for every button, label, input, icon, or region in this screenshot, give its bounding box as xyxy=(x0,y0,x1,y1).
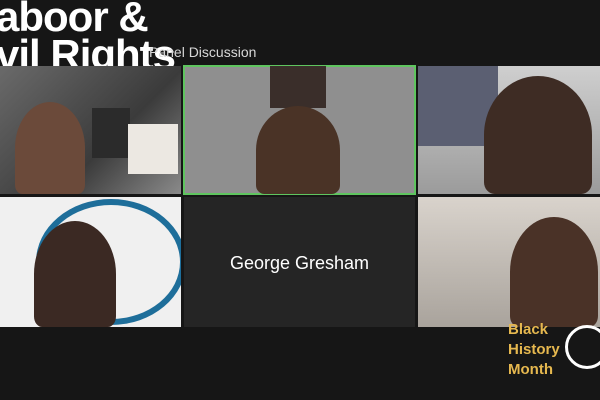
poster-image xyxy=(92,108,130,158)
participant-name-label: George Gresham xyxy=(229,253,370,273)
participant-3-person xyxy=(484,76,592,194)
video-tile-participant-3[interactable] xyxy=(418,66,600,194)
overlay-line-2: History xyxy=(508,341,560,358)
video-tile-participant-george-gresham[interactable]: George Gresham xyxy=(184,197,415,327)
video-tile-participant-1[interactable] xyxy=(0,66,181,194)
black-history-month-overlay: Black History Month xyxy=(508,320,560,380)
wall-picture xyxy=(270,66,326,108)
video-tile-participant-6[interactable] xyxy=(418,197,600,327)
overlay-line-1: Black xyxy=(508,321,549,338)
participant-6-person xyxy=(510,217,598,327)
participant-4-person xyxy=(34,221,116,327)
organization-seal-logo xyxy=(565,325,600,369)
event-subtitle: Panel Discussion xyxy=(149,44,257,60)
overlay-line-3: Month xyxy=(508,361,553,378)
video-tile-participant-4[interactable] xyxy=(0,197,181,327)
video-tile-active-speaker[interactable] xyxy=(183,65,416,195)
event-title: aboor & vil Rights xyxy=(0,0,176,76)
wall-picture xyxy=(128,124,178,174)
participant-1-person xyxy=(15,102,85,194)
active-speaker-person xyxy=(256,106,340,194)
